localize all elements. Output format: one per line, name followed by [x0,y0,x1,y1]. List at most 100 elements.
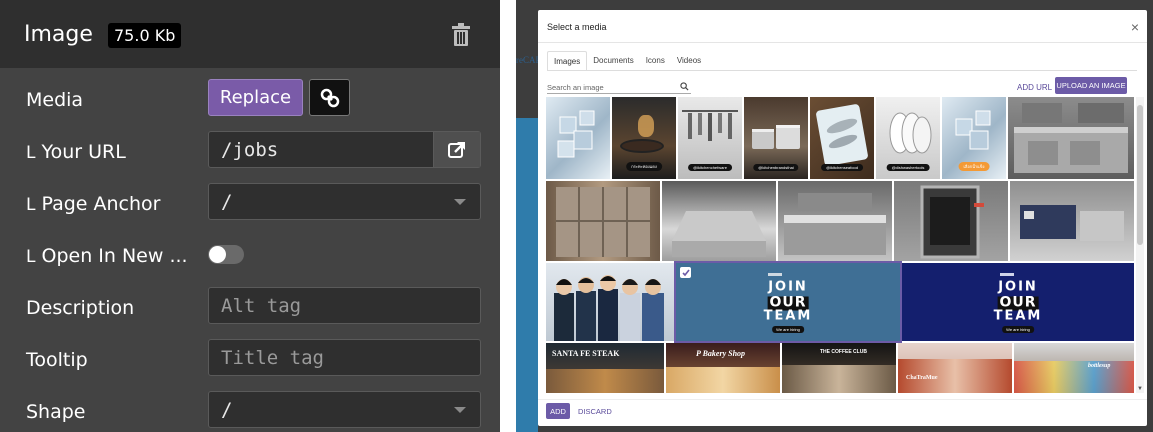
thumbnail-caption: เลือกน้ำแข็ง [958,162,990,171]
media-thumbnail[interactable]: @kitchenbrandsthai [744,97,808,179]
tab-documents[interactable]: Documents [587,51,639,71]
media-thumbnail[interactable]: เลือกน้ำแข็ง [942,97,1006,179]
divider [500,0,516,432]
tab-icons[interactable]: Icons [640,51,671,71]
divider [547,70,1137,71]
media-picker-modal: Select a media × Images Documents Icons … [538,10,1147,426]
media-thumbnail[interactable]: @ikitchenchefware [678,97,742,179]
scrollbar-thumb[interactable] [1137,105,1143,245]
search-icon [680,82,689,91]
thumbnail-caption: @kitchenbrandsthai [753,164,799,171]
join-text-1: JOIN [998,279,1038,295]
thumbnail-caption: กระทะทองแดง [626,162,662,171]
panel-header: Image 75.0 Kb [0,0,500,68]
description-label: Description [26,297,135,319]
panel-title: Image [24,22,93,47]
tab-images[interactable]: Images [547,51,588,71]
url-value: /jobs [221,138,279,161]
hiring-caption: We are hiring [772,326,804,333]
join-text-3: TEAM [993,308,1043,324]
media-thumbnail[interactable]: bottlesup [1014,343,1134,393]
grid-scrollbar[interactable]: ▼ [1136,97,1144,393]
tooltip-input[interactable]: Title tag [208,339,481,376]
modal-title: Select a media [547,22,607,32]
newtab-label: Open In New ... [41,245,188,267]
anchor-label: Page Anchor [41,193,161,215]
selected-check-icon [680,267,691,278]
media-thumbnail[interactable]: JOIN OUR TEAM We are hiring [902,263,1134,341]
chevron-down-icon [454,407,466,413]
media-thumbnail[interactable]: THE COFFEE CLUB [782,343,896,393]
store-sign: SANTA FE STEAK [552,349,620,358]
background-text: reCAP [516,55,541,65]
tab-videos[interactable]: Videos [671,51,707,71]
media-tabs: Images Documents Icons Videos [547,51,707,71]
open-url-button[interactable] [433,132,480,167]
shape-value: / [221,398,233,421]
media-thumbnail[interactable]: ChaTraMue [898,343,1012,393]
media-thumbnail[interactable]: P Bakery Shop [666,343,780,393]
thumbnail-caption: @dishwashertools [886,164,930,171]
search-placeholder: Search an image [547,83,604,92]
anchor-select[interactable]: / [208,183,481,220]
replace-button[interactable]: Replace [208,79,303,116]
discard-button[interactable]: DISCARD [578,407,612,416]
tooltip-placeholder: Title tag [221,346,324,369]
media-thumbnail[interactable] [546,97,610,179]
description-input[interactable]: Alt tag [208,287,481,324]
media-label: Media [26,89,84,111]
url-label-row: L Your URL [26,141,126,163]
media-thumbnail[interactable]: @dishwashertools [876,97,940,179]
store-sign: bottlesup [1088,363,1111,369]
external-link-icon [448,141,465,158]
newtab-prefix: L [26,247,36,267]
divider [538,42,1147,43]
shape-label: Shape [26,401,86,423]
toggle-knob [209,246,226,263]
description-placeholder: Alt tag [221,294,302,317]
join-our-team-graphic: JOIN OUR TEAM [763,279,813,324]
join-text-1: JOIN [768,279,808,295]
url-input[interactable]: /jobs [208,131,481,168]
link-icon [320,88,339,107]
media-thumbnail[interactable] [1008,97,1134,179]
media-thumbnail[interactable] [778,181,892,261]
media-thumbnail[interactable] [1010,181,1134,261]
url-prefix: L [26,143,36,163]
shape-select[interactable]: / [208,391,481,428]
media-thumbnail[interactable] [894,181,1008,261]
anchor-prefix: L [26,195,36,215]
search-input[interactable]: Search an image [547,80,691,94]
media-thumbnail[interactable]: @ikitchenseafood [810,97,874,179]
divider [538,399,1147,400]
upload-image-button[interactable]: UPLOAD AN IMAGE [1055,77,1127,94]
join-text-3: TEAM [763,308,813,324]
anchor-label-row: L Page Anchor [26,193,161,215]
join-our-team-graphic: JOIN OUR TEAM [993,279,1043,324]
tooltip-label: Tooltip [26,349,88,371]
thumbnail-caption: @ikitchenseafood [821,164,863,171]
anchor-value: / [221,190,233,213]
trash-icon[interactable] [450,23,472,47]
media-thumbnail[interactable]: JOIN OUR TEAM We are hiring [674,261,902,343]
media-thumbnail[interactable] [546,181,660,261]
url-label: Your URL [41,141,126,163]
newtab-toggle[interactable] [208,245,244,264]
media-thumbnail[interactable]: กระทะทองแดง [612,97,676,179]
image-grid: กระทะทองแดง @ikitchenchefware @kitchenbr… [546,97,1134,393]
store-sign: ChaTraMue [906,375,938,381]
background-strip [516,118,538,432]
media-thumbnail[interactable] [662,181,776,261]
add-button[interactable]: ADD [546,403,570,419]
screen: Image 75.0 Kb Media Replace L Your URL /… [0,0,1153,432]
media-thumbnail[interactable] [546,263,674,341]
newtab-label-row: L Open In New ... [26,245,188,267]
thumbnail-caption: @ikitchenchefware [688,164,732,171]
close-icon[interactable]: × [1131,20,1139,34]
link-button[interactable] [309,79,350,116]
scroll-down-icon[interactable]: ▼ [1137,386,1143,392]
image-settings-panel: Image 75.0 Kb Media Replace L Your URL /… [0,0,500,432]
store-sign: P Bakery Shop [696,349,746,358]
add-url-button[interactable]: ADD URL [1017,83,1052,92]
media-thumbnail[interactable]: SANTA FE STEAK [546,343,664,393]
